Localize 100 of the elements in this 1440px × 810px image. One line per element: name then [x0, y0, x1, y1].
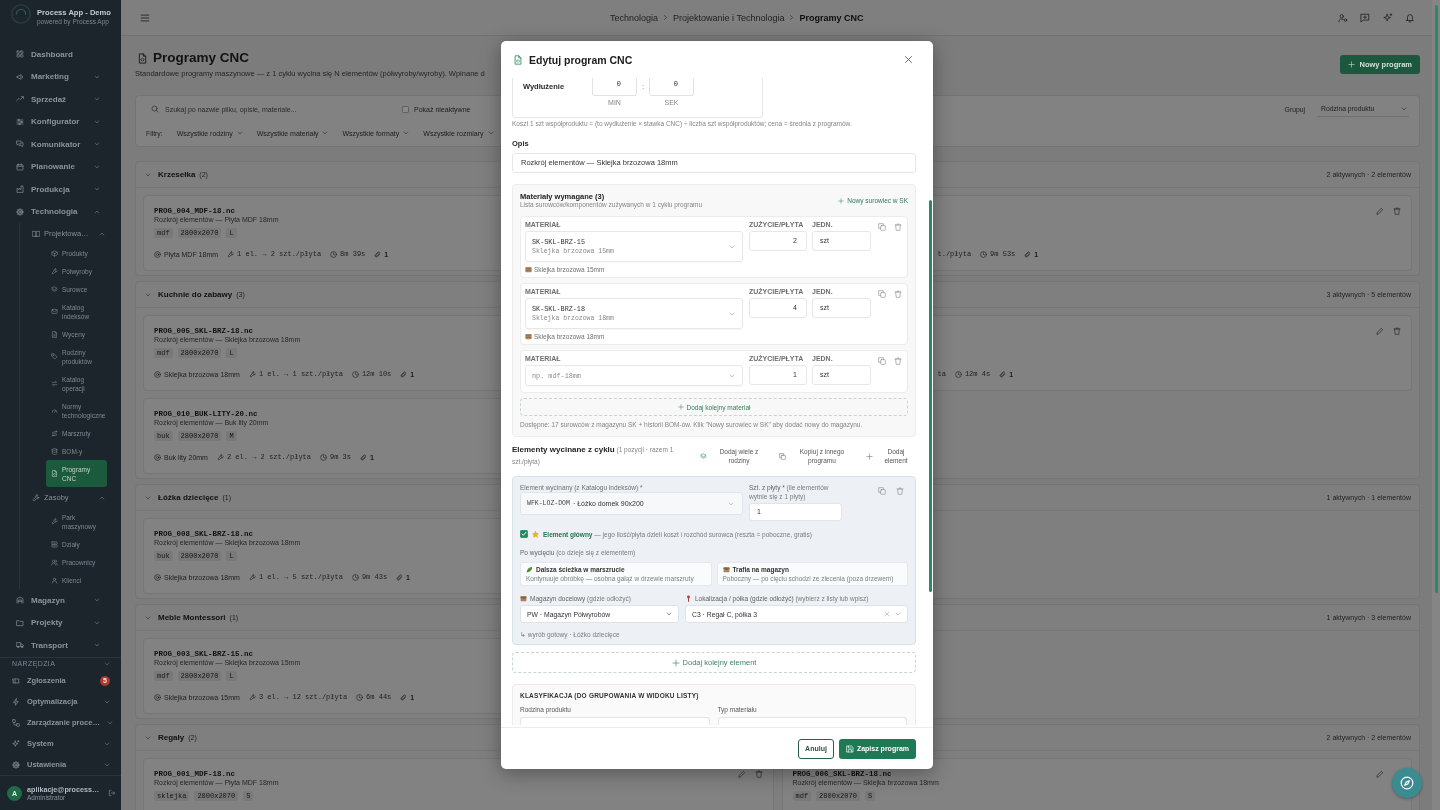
checkbox[interactable] [402, 105, 409, 113]
grid-icon [16, 50, 24, 59]
crate-icon [520, 594, 527, 602]
wrench-icon [227, 250, 235, 258]
copy-icon[interactable] [878, 223, 886, 231]
target-icon [154, 370, 161, 378]
breadcrumb-link[interactable]: Technologia [610, 12, 659, 23]
logout-icon[interactable] [108, 789, 116, 797]
clock-icon [356, 693, 364, 701]
clock-icon [980, 250, 988, 258]
copy-icon[interactable] [878, 357, 886, 365]
code-file-icon [513, 54, 523, 65]
plus-icon [677, 404, 684, 410]
chevron-down-icon[interactable] [145, 614, 151, 621]
target-icon [154, 693, 161, 701]
nav-item[interactable]: Magazyn [0, 589, 121, 612]
bell-icon[interactable] [1405, 12, 1415, 23]
sliders-icon [16, 117, 24, 126]
star-icon [532, 530, 539, 538]
trash-icon[interactable] [1393, 207, 1401, 215]
input-field[interactable] [717, 717, 907, 725]
trash-icon[interactable] [896, 487, 904, 495]
folder-icon [16, 618, 24, 627]
nav-item[interactable]: Marketing [0, 65, 121, 88]
chevron-down-icon [1401, 105, 1407, 112]
trash-icon[interactable] [894, 357, 902, 365]
scrollbar-thumb[interactable] [1435, 5, 1438, 593]
clock-icon [954, 370, 962, 378]
scrollbar-thumb[interactable] [929, 200, 932, 592]
leaf-icon [526, 566, 533, 574]
chevron-down-icon [236, 130, 243, 136]
warehouse-icon [16, 596, 24, 605]
trash-icon[interactable] [754, 770, 763, 778]
compass-icon [1400, 776, 1414, 790]
nav-item[interactable]: Technologia [0, 200, 121, 223]
user-gear-icon[interactable] [1337, 12, 1348, 23]
chevron-down-icon [666, 611, 672, 617]
nav-item[interactable]: Dashboard [0, 43, 121, 66]
group-name: Kuchnie do zabawy [158, 290, 233, 299]
page-title: Programy CNC [153, 50, 250, 66]
chevron-down-icon[interactable] [145, 734, 151, 741]
chevron-down-icon[interactable] [104, 660, 110, 667]
target-icon [154, 250, 161, 258]
input-field[interactable] [520, 717, 710, 725]
group-name: Łóżka dziecięce [158, 493, 219, 502]
chat-plus-icon[interactable] [1360, 12, 1370, 23]
pencil-icon[interactable] [737, 770, 746, 778]
plus-icon [838, 197, 845, 204]
wrench-icon [51, 267, 58, 275]
checkbox[interactable] [520, 530, 528, 538]
clock-icon [351, 370, 359, 378]
drawers-icon [51, 540, 58, 548]
paperclip-icon [400, 370, 408, 378]
nav-item[interactable]: Planowanie [0, 155, 121, 178]
wrench-icon [248, 693, 256, 701]
trash-icon[interactable] [894, 290, 902, 298]
wrench-icon [51, 518, 58, 525]
trash-icon[interactable] [1393, 327, 1401, 335]
gear-icon [16, 207, 24, 216]
copy-icon [779, 452, 786, 460]
chevron-down-icon [728, 500, 734, 507]
chevron-down-icon [729, 372, 735, 379]
sparkles-icon[interactable] [1382, 12, 1393, 23]
paperclip-icon [374, 250, 382, 258]
nav-item[interactable]: Sprzedaż [0, 88, 121, 111]
nav-item[interactable]: Projekty [0, 611, 121, 634]
cube-icon [51, 249, 58, 257]
nav-item[interactable]: Komunikator [0, 133, 121, 156]
logo-icon [10, 3, 32, 25]
chevron-down-icon[interactable] [145, 171, 151, 178]
chevron-down-icon[interactable] [145, 494, 151, 501]
chevron-down-icon [729, 310, 735, 317]
gear-icon [12, 760, 20, 769]
pencil-icon[interactable] [1376, 770, 1384, 778]
wrench-icon [248, 573, 256, 581]
wood-icon [525, 265, 532, 273]
nav-item[interactable]: Transport [0, 634, 121, 657]
copy-icon[interactable] [878, 487, 886, 495]
wrench-icon [248, 370, 256, 378]
wood-icon [525, 332, 532, 340]
copy-icon[interactable] [878, 290, 886, 298]
sparkles-icon [12, 739, 20, 748]
gauge-icon [51, 407, 58, 414]
close-icon[interactable] [904, 55, 913, 64]
layers-icon [700, 452, 707, 460]
search-icon [151, 105, 159, 113]
lightning-icon [12, 697, 20, 706]
pencil-icon[interactable] [1376, 207, 1384, 215]
chevron-down-icon [487, 130, 494, 136]
nav-item[interactable]: Produkcja [0, 178, 121, 201]
clock-icon [351, 573, 359, 581]
nav-item[interactable]: Konfigurator [0, 110, 121, 133]
chevron-down-icon [729, 243, 735, 250]
menu-icon[interactable] [140, 12, 150, 23]
crate-icon [722, 566, 730, 574]
chevron-down-icon[interactable] [145, 291, 151, 298]
trash-icon[interactable] [894, 223, 902, 231]
wrench-icon [216, 453, 224, 461]
pencil-icon[interactable] [1376, 327, 1384, 335]
breadcrumb-link[interactable]: Programy CNC [799, 12, 864, 23]
